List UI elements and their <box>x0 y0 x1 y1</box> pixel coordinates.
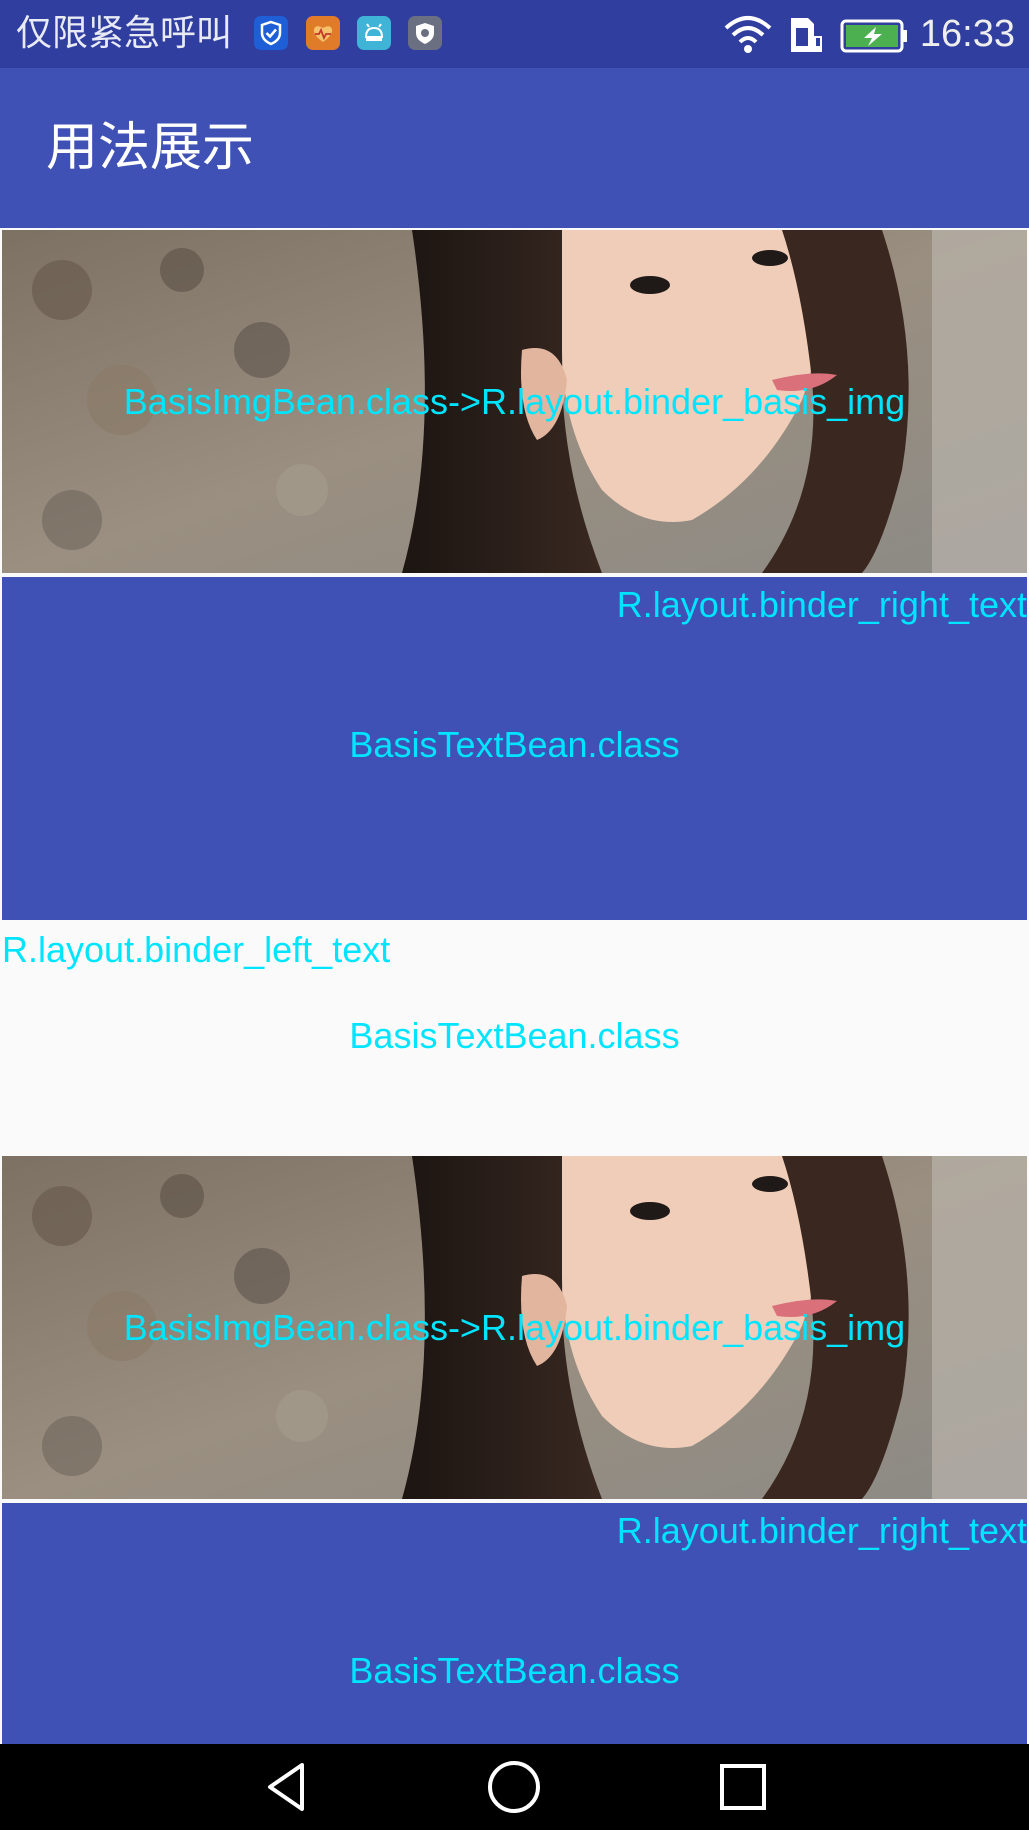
security-app-icon <box>408 16 442 50</box>
bean-name-label: BasisTextBean.class <box>349 1650 680 1691</box>
shield-check-icon <box>254 16 288 50</box>
image-caption: BasisImgBean.class->R.layout.binder_basi… <box>123 1307 906 1348</box>
list-item-image[interactable]: BasisImgBean.class->R.layout.binder_basi… <box>2 230 1027 573</box>
back-icon[interactable] <box>256 1757 316 1817</box>
sim-card-icon <box>791 18 822 52</box>
recycler-list[interactable]: BasisImgBean.class->R.layout.binder_basi… <box>0 228 1029 1744</box>
bean-name-label: BasisTextBean.class <box>349 1015 680 1056</box>
layout-name-label: R.layout.binder_left_text <box>2 929 391 970</box>
layout-name-label: R.layout.binder_right_text <box>616 1510 1027 1551</box>
recents-icon[interactable] <box>713 1757 773 1817</box>
status-clock: 16:33 <box>919 13 1015 55</box>
app-bar: 用法展示 <box>0 68 1029 228</box>
status-bar: 仅限紧急呼叫 16:33 <box>0 0 1029 68</box>
list-item-left-text[interactable]: R.layout.binder_left_text BasisTextBean.… <box>0 922 1029 1152</box>
wifi-icon <box>724 16 772 53</box>
page-title: 用法展示 <box>46 118 255 178</box>
battery-charging-icon <box>840 19 907 53</box>
android-app-icon <box>357 16 391 50</box>
heart-app-icon <box>306 16 340 50</box>
navigation-bar <box>0 1744 1029 1830</box>
list-item-right-text[interactable]: R.layout.binder_right_text BasisTextBean… <box>2 1503 1027 1744</box>
screen: 仅限紧急呼叫 16:33 用法展示 BasisImgBean.class->R.… <box>0 0 1029 1830</box>
home-icon[interactable] <box>484 1757 544 1817</box>
carrier-status-text: 仅限紧急呼叫 <box>16 13 233 54</box>
bean-name-label: BasisTextBean.class <box>349 724 680 765</box>
list-item-right-text[interactable]: R.layout.binder_right_text BasisTextBean… <box>2 577 1027 920</box>
layout-name-label: R.layout.binder_right_text <box>616 584 1027 625</box>
image-caption: BasisImgBean.class->R.layout.binder_basi… <box>123 381 906 422</box>
list-item-image[interactable]: BasisImgBean.class->R.layout.binder_basi… <box>2 1156 1027 1499</box>
